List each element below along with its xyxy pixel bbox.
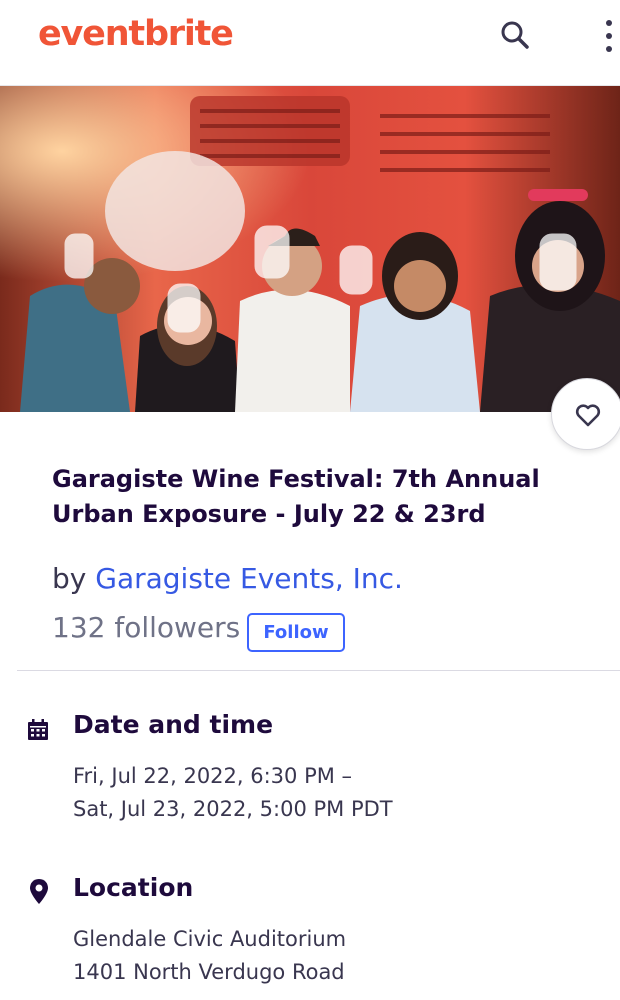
calendar-icon [26, 718, 50, 747]
by-prefix: by [52, 562, 87, 595]
date-time-heading: Date and time [73, 710, 274, 739]
heart-outline-icon [575, 404, 601, 427]
like-button[interactable] [551, 378, 620, 450]
more-vertical-icon [606, 20, 612, 26]
more-dot [606, 46, 612, 52]
section-divider [17, 670, 620, 671]
more-dot [606, 33, 612, 39]
organizer-line: by Garagiste Events, Inc. [52, 562, 403, 595]
date-end: Sat, Jul 23, 2022, 5:00 PM PDT [73, 797, 393, 821]
location-heading: Location [73, 873, 194, 902]
search-button[interactable] [496, 16, 534, 54]
follow-button[interactable]: Follow [247, 613, 345, 652]
followers-count: 132 followers [52, 611, 241, 644]
organizer-link[interactable]: Garagiste Events, Inc. [95, 562, 403, 595]
eventbrite-logo[interactable]: eventbrite [38, 14, 234, 54]
search-icon [501, 21, 529, 49]
event-title: Garagiste Wine Festival: 7th Annual Urba… [52, 465, 540, 528]
venue-name: Glendale Civic Auditorium [73, 927, 347, 951]
top-app-bar: eventbrite [0, 0, 620, 86]
map-pin-icon [28, 878, 50, 911]
date-start: Fri, Jul 22, 2022, 6:30 PM – [73, 764, 353, 788]
event-hero-image [0, 86, 620, 412]
more-options-button[interactable] [596, 16, 620, 56]
venue-address: 1401 North Verdugo Road [73, 960, 345, 984]
